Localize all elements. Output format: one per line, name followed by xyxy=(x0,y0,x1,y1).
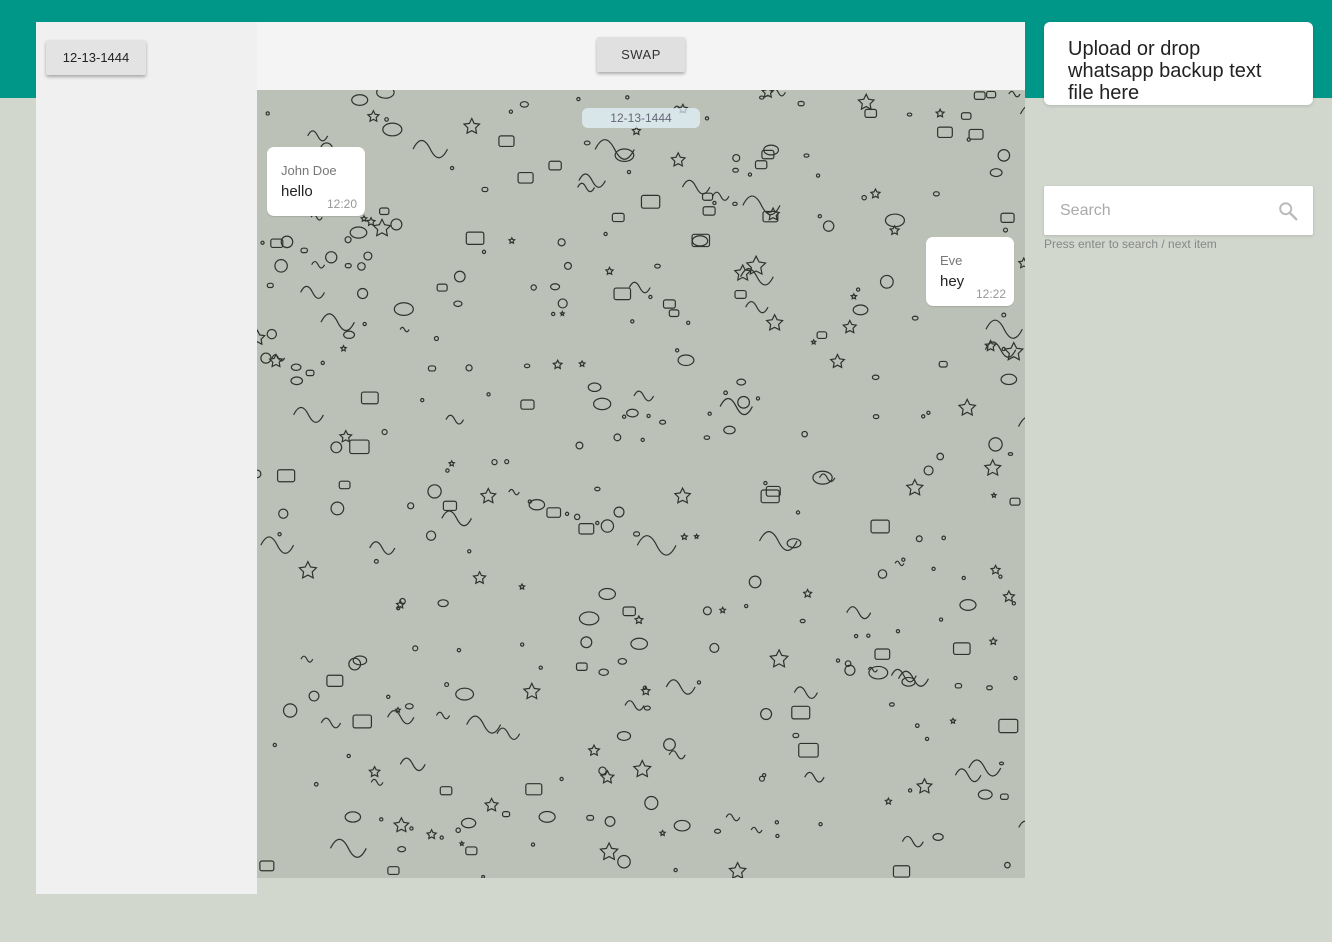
date-button-12-13-1444[interactable]: 12-13-1444 xyxy=(46,40,146,75)
message-time: 12:22 xyxy=(975,287,1006,301)
message-time: 12:20 xyxy=(326,197,357,211)
message-sender: Eve xyxy=(940,253,963,268)
date-sidebar: 12-13-1444 xyxy=(36,22,257,894)
search-hint: Press enter to search / next item xyxy=(1044,237,1217,251)
message-bubble-incoming[interactable]: John Doe hello 12:20 xyxy=(267,147,365,216)
search-icon[interactable] xyxy=(1277,200,1299,222)
message-bubble-outgoing[interactable]: Eve hey 12:22 xyxy=(926,237,1014,306)
search-box xyxy=(1044,186,1313,235)
message-sender: John Doe xyxy=(281,163,337,178)
doodle-wallpaper xyxy=(257,90,1025,878)
search-input[interactable] xyxy=(1044,186,1274,235)
chat-area[interactable]: 12-13-1444 John Doe hello 12:20 Eve hey … xyxy=(257,90,1025,878)
upload-dropzone[interactable]: Upload or drop whatsapp backup text file… xyxy=(1044,22,1313,105)
upload-label: Upload or drop whatsapp backup text file… xyxy=(1068,38,1262,104)
swap-button[interactable]: SWAP xyxy=(597,37,685,72)
chat-header: SWAP xyxy=(257,22,1025,90)
date-divider: 12-13-1444 xyxy=(582,108,700,128)
